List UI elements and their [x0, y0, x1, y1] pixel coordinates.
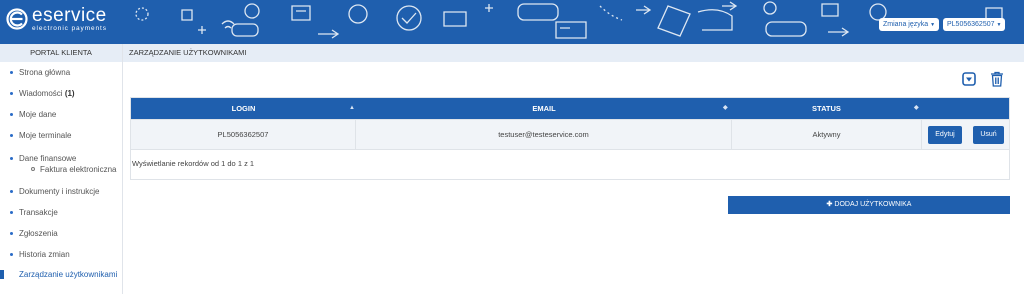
sidebar-item-label: Dane finansowe: [19, 154, 77, 163]
bullet-icon: [10, 190, 13, 193]
sidebar-item-label: Moje dane: [19, 110, 57, 119]
bullet-icon: [10, 113, 13, 116]
user-account-dropdown[interactable]: PL5056362507 ▼: [943, 18, 1006, 31]
user-login-label: PL5056362507: [947, 21, 995, 28]
table-header: LOGIN ▲ EMAIL ◆ STATUS ◆: [131, 98, 1009, 119]
circle-bullet-icon: [31, 167, 35, 171]
page-title: ZARZĄDZANIE UŻYTKOWNIKAMI: [123, 44, 1024, 62]
records-info: Wyświetlanie rekordów od 1 do 1 z 1: [132, 159, 255, 168]
active-indicator: [0, 270, 4, 279]
column-header-login[interactable]: LOGIN: [131, 98, 356, 119]
bullet-icon: [10, 134, 13, 137]
bullet-icon: [10, 232, 13, 235]
sidebar-item-label: Dokumenty i instrukcje: [19, 187, 100, 196]
sidebar-subitem-label: Faktura elektroniczna: [40, 165, 117, 174]
bullet-icon: [10, 157, 13, 160]
sidebar-item-label: Wiadomości: [19, 89, 63, 98]
sidebar-subitem-e-invoice[interactable]: Faktura elektroniczna: [31, 165, 116, 174]
table-info: Wyświetlanie rekordów od 1 do 1 z 1: [131, 150, 1009, 179]
bullet-icon: [10, 92, 13, 95]
sidebar-item-label: Zgłoszenia: [19, 229, 58, 238]
unread-count: (1): [64, 89, 75, 98]
bullet-icon: [10, 211, 13, 214]
brand-tagline: electronic payments: [32, 25, 107, 32]
brand-logo[interactable]: eservice electronic payments: [6, 6, 107, 33]
sidebar-item-label: Strona główna: [19, 68, 71, 77]
chevron-down-icon: ▼: [996, 22, 1002, 28]
column-header-status[interactable]: STATUS: [732, 98, 921, 119]
cell-email: testuser@testeservice.com: [356, 120, 732, 149]
table-row: PL5056362507 testuser@testeservice.com A…: [131, 119, 1009, 150]
cell-status: Aktywny: [732, 120, 922, 149]
add-user-button[interactable]: ✚ DODAJ UŻYTKOWNIKA: [728, 196, 1010, 214]
bullet-icon: [10, 71, 13, 74]
language-label: Zmiana języka: [883, 21, 929, 28]
delete-user-button[interactable]: Usuń: [973, 126, 1004, 144]
column-header-email[interactable]: EMAIL: [356, 98, 732, 119]
top-banner: eservice electronic payments Zmiana języ…: [0, 0, 1024, 44]
add-user-label: DODAJ UŻYTKOWNIKA: [834, 201, 912, 208]
sidebar-title: PORTAL KLIENTA: [0, 44, 122, 62]
sidebar-item-label: Moje terminale: [19, 131, 72, 140]
sort-icon: ◆: [723, 105, 728, 111]
language-dropdown[interactable]: Zmiana języka ▼: [879, 18, 940, 31]
cell-login: PL5056362507: [131, 120, 356, 149]
export-dropdown-icon[interactable]: [962, 72, 976, 86]
sort-asc-icon: ▲: [349, 105, 355, 111]
users-table: LOGIN ▲ EMAIL ◆ STATUS ◆ PL5056362507 te…: [130, 97, 1010, 180]
bullet-icon: [10, 253, 13, 256]
edit-user-button[interactable]: Edytuj: [928, 126, 962, 144]
eservice-logo-icon: [6, 8, 28, 30]
main-content: ZARZĄDZANIE UŻYTKOWNIKAMI LOGIN ▲ EMAIL …: [123, 44, 1024, 294]
sidebar-item-label: Transakcje: [19, 208, 58, 217]
sort-icon: ◆: [914, 105, 919, 111]
sidebar-item-label: Historia zmian: [19, 250, 70, 259]
chevron-down-icon: ▼: [930, 22, 936, 28]
sidebar-item-label: Zarządzanie użytkownikami: [19, 270, 118, 279]
trash-icon[interactable]: [990, 71, 1004, 87]
sidebar: PORTAL KLIENTA Strona główna Wiadomości …: [0, 44, 123, 294]
payment-pattern-decoration: [135, 1, 1003, 39]
plus-icon: ✚: [826, 201, 833, 208]
brand-name: eservice: [32, 5, 107, 26]
